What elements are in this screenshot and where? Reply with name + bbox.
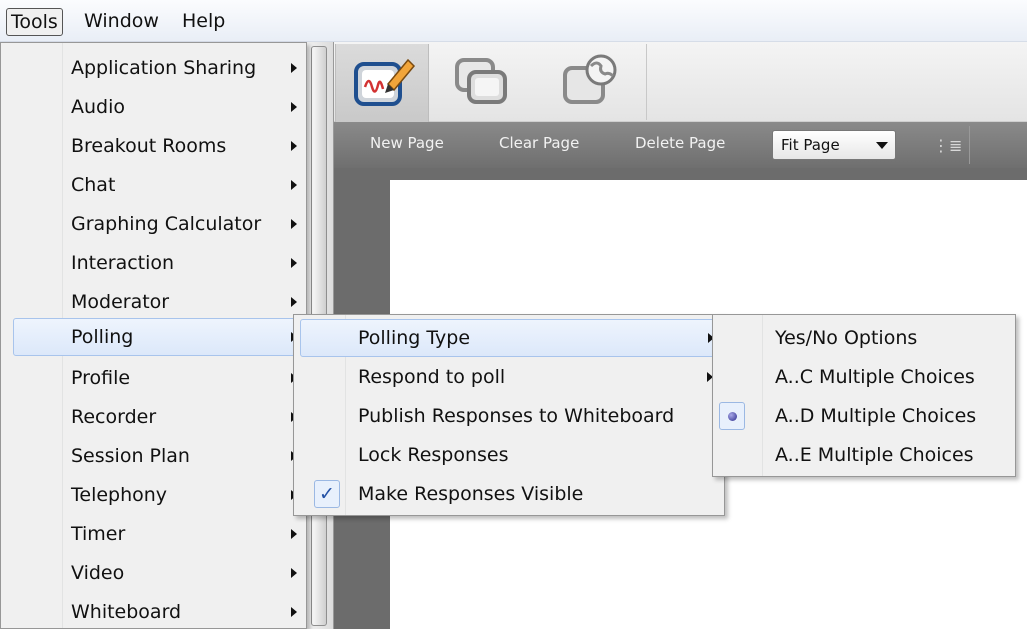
menu-item-label: Make Responses Visible [358, 483, 584, 505]
submenu-arrow-icon [291, 141, 297, 151]
menu-item-polling[interactable]: Polling [13, 318, 306, 356]
tools-menu: Application Sharing Audio Breakout Rooms… [0, 42, 307, 629]
submenu-arrow-icon [291, 63, 297, 73]
chevron-down-icon [876, 142, 888, 149]
menu-item-label: Polling [71, 326, 134, 348]
submenu-arrow-icon [291, 297, 297, 307]
toolbar-divider [646, 44, 647, 120]
menu-item-label: Audio [71, 96, 126, 118]
menu-item-a-e-multiple-choices[interactable]: A..E Multiple Choices [713, 436, 1015, 474]
menu-item-yes-no-options[interactable]: Yes/No Options [713, 319, 1015, 357]
submenu-arrow-icon [291, 568, 297, 578]
menu-tools[interactable]: Tools [6, 8, 63, 36]
menu-item-label: Interaction [71, 252, 175, 274]
menu-item-label: Moderator [71, 291, 170, 313]
menu-bar: Tools Window Help [0, 0, 1027, 42]
menu-item-label: A..E Multiple Choices [775, 444, 974, 466]
menu-item-session-plan[interactable]: Session Plan [1, 437, 306, 475]
menu-item-label: A..C Multiple Choices [775, 366, 975, 388]
menu-item-label: Yes/No Options [775, 327, 918, 349]
menu-item-chat[interactable]: Chat [1, 166, 306, 204]
page-list-icon[interactable]: ⋮≣ [933, 136, 962, 155]
menu-window[interactable]: Window [80, 8, 163, 36]
menu-item-audio[interactable]: Audio [1, 88, 306, 126]
checkmark-icon: ✓ [314, 480, 340, 508]
menu-item-recorder[interactable]: Recorder [1, 398, 306, 436]
whiteboard-tool-button[interactable] [335, 44, 429, 122]
menu-item-publish-responses[interactable]: Publish Responses to Whiteboard [294, 397, 724, 435]
menu-item-label: Timer [71, 523, 126, 545]
submenu-arrow-icon [291, 180, 297, 190]
application-sharing-tool-button[interactable] [437, 44, 531, 122]
submenu-arrow-icon [291, 607, 297, 617]
menu-item-label: Polling Type [358, 327, 471, 349]
web-tour-tool-button[interactable] [545, 44, 639, 122]
menu-item-polling-type[interactable]: Polling Type [300, 319, 720, 357]
submenu-arrow-icon [291, 102, 297, 112]
menu-item-breakout-rooms[interactable]: Breakout Rooms [1, 127, 306, 165]
menu-item-application-sharing[interactable]: Application Sharing [1, 49, 306, 87]
menu-item-a-c-multiple-choices[interactable]: A..C Multiple Choices [713, 358, 1015, 396]
clear-page-button[interactable]: Clear Page [499, 134, 579, 152]
menu-item-moderator[interactable]: Moderator [1, 283, 306, 321]
menu-item-interaction[interactable]: Interaction [1, 244, 306, 282]
menu-help[interactable]: Help [178, 8, 229, 36]
menu-item-whiteboard[interactable]: Whiteboard [1, 593, 306, 629]
menu-item-label: Profile [71, 367, 131, 389]
menu-item-label: A..D Multiple Choices [775, 405, 977, 427]
menu-item-label: Publish Responses to Whiteboard [358, 405, 675, 427]
submenu-arrow-icon [291, 258, 297, 268]
menu-item-graphing-calculator[interactable]: Graphing Calculator [1, 205, 306, 243]
menu-item-label: Breakout Rooms [71, 135, 227, 157]
canvas-top-strip [390, 168, 1027, 180]
menu-item-label: Graphing Calculator [71, 213, 262, 235]
polling-submenu: Polling Type Respond to poll Publish Res… [293, 314, 725, 516]
submenu-arrow-icon [291, 529, 297, 539]
menu-item-timer[interactable]: Timer [1, 515, 306, 553]
menu-item-a-d-multiple-choices[interactable]: A..D Multiple Choices [713, 397, 1015, 435]
menu-item-profile[interactable]: Profile [1, 359, 306, 397]
menu-item-label: Whiteboard [71, 601, 182, 623]
whiteboard-icon [354, 58, 416, 106]
menu-item-label: Lock Responses [358, 444, 509, 466]
zoom-select-value: Fit Page [781, 136, 840, 154]
delete-page-button[interactable]: Delete Page [635, 134, 725, 152]
menu-item-label: Telephony [71, 484, 168, 506]
radio-selected-icon [719, 402, 745, 430]
application-sharing-icon [455, 58, 507, 104]
menu-item-label: Respond to poll [358, 366, 506, 388]
menu-item-telephony[interactable]: Telephony [1, 476, 306, 514]
submenu-arrow-icon [291, 219, 297, 229]
menu-item-label: Application Sharing [71, 57, 257, 79]
new-page-button[interactable]: New Page [370, 134, 444, 152]
menu-item-label: Chat [71, 174, 116, 196]
toolbar-separator [969, 126, 970, 164]
polling-type-submenu: Yes/No Options A..C Multiple Choices A..… [712, 314, 1016, 477]
menu-item-label: Session Plan [71, 445, 190, 467]
radio-dot [728, 412, 737, 421]
menu-item-lock-responses[interactable]: Lock Responses [294, 436, 724, 474]
menu-item-respond-to-poll[interactable]: Respond to poll [294, 358, 724, 396]
menu-item-label: Video [71, 562, 125, 584]
menu-item-video[interactable]: Video [1, 554, 306, 592]
menu-item-label: Recorder [71, 406, 157, 428]
menu-item-make-responses-visible[interactable]: ✓ Make Responses Visible [294, 475, 724, 513]
web-tour-icon [563, 54, 617, 104]
